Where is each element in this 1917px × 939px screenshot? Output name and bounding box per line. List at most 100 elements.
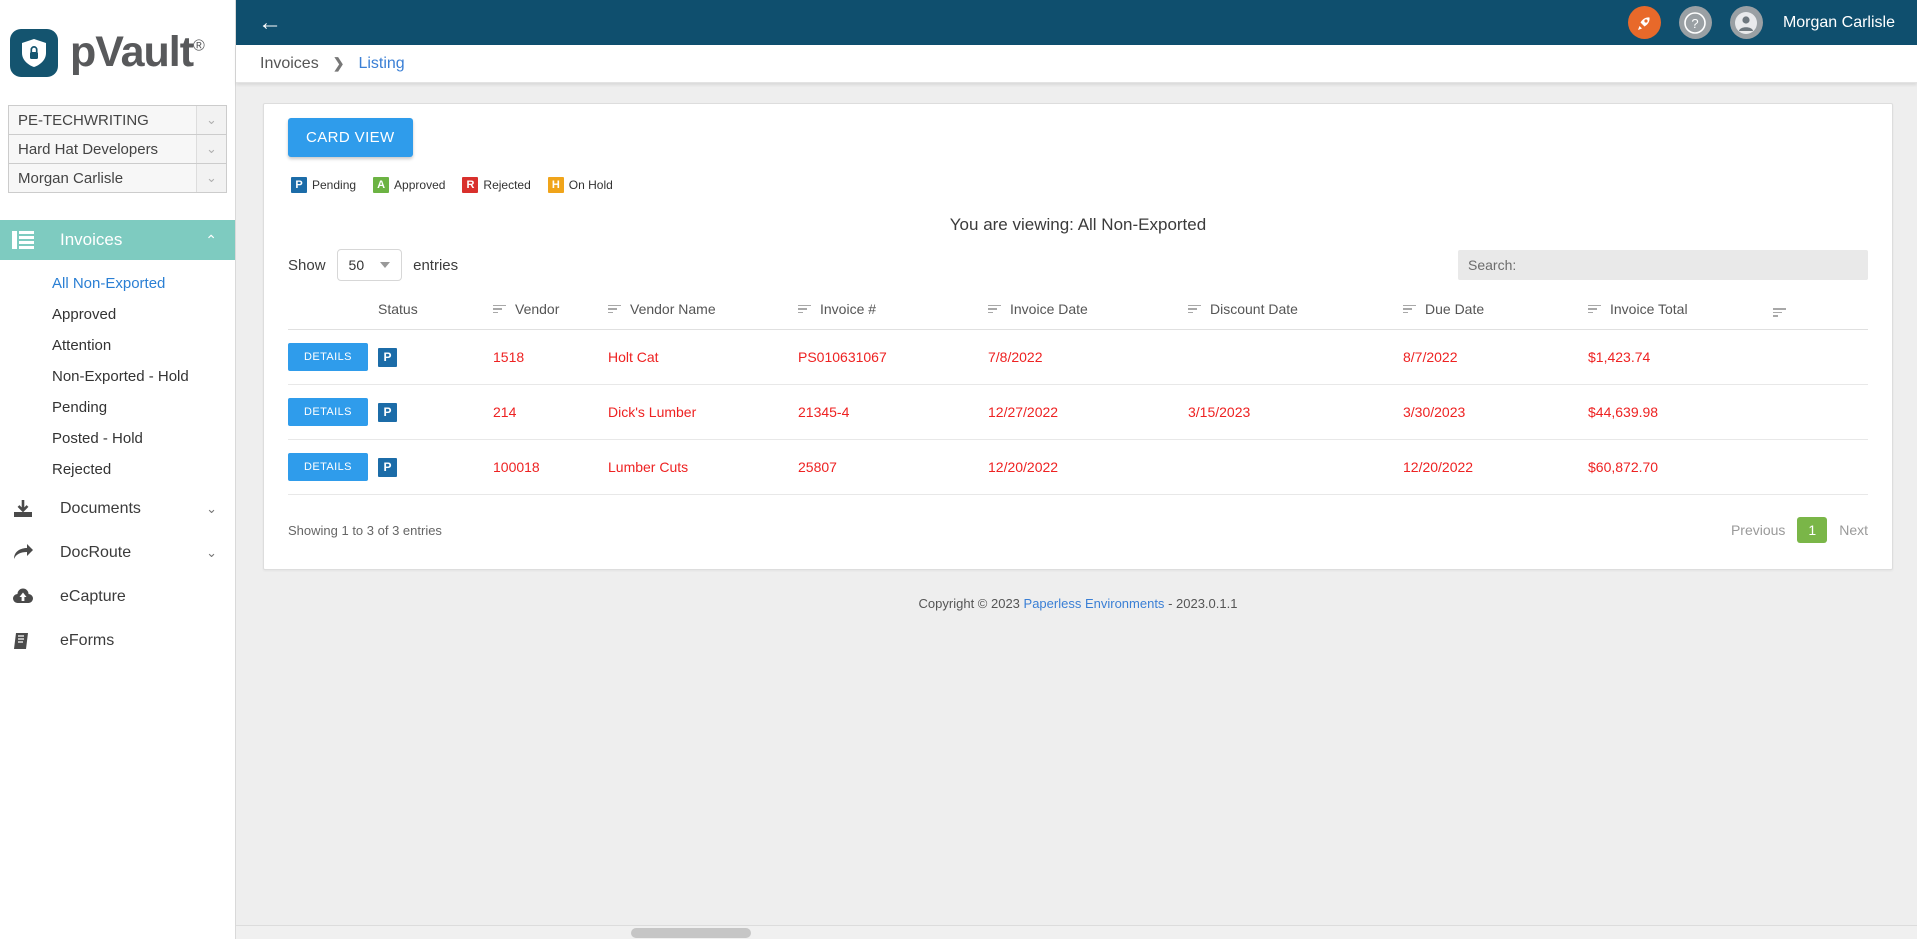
col-vendor[interactable]: Vendor (493, 301, 608, 330)
sidebar-item-documents[interactable]: Documents ⌄ (0, 489, 235, 529)
cell-due-date: 12/20/2022 (1403, 439, 1588, 495)
sort-icon[interactable] (988, 304, 1001, 314)
select-user-label: Morgan Carlisle (18, 169, 124, 187)
status-badge-rejected: R (462, 177, 479, 193)
select-group[interactable]: Hard Hat Developers ⌄ (8, 134, 227, 164)
cell-extra (1773, 439, 1868, 495)
table-row[interactable]: DETAILS P 100018 Lumber Cuts 25807 12/20… (288, 439, 1868, 495)
chevron-down-icon[interactable]: ⌄ (196, 135, 226, 163)
col-extra[interactable] (1773, 301, 1868, 330)
search-input[interactable] (1458, 250, 1868, 280)
col-invoice-date[interactable]: Invoice Date (988, 301, 1188, 330)
breadcrumb-invoices[interactable]: Invoices (260, 55, 319, 73)
cell-invoice-date: 7/8/2022 (988, 329, 1188, 385)
company-link[interactable]: Paperless Environments (1024, 596, 1165, 611)
col-due-date[interactable]: Due Date (1403, 301, 1588, 330)
select-user[interactable]: Morgan Carlisle ⌄ (8, 163, 227, 193)
cell-actions: DETAILS (288, 439, 378, 495)
horizontal-scrollbar[interactable] (236, 925, 1917, 939)
chevron-down-icon[interactable]: ⌄ (196, 164, 226, 192)
invoice-table: Status Vendor Vendor Name Invoice # Invo… (288, 301, 1868, 495)
sidebar-item-eforms-label: eForms (60, 632, 115, 649)
sort-icon[interactable] (608, 304, 621, 314)
table-row[interactable]: DETAILS P 1518 Holt Cat PS010631067 7/8/… (288, 329, 1868, 385)
chevron-down-icon[interactable]: ⌄ (206, 545, 235, 561)
share-arrow-icon (12, 543, 60, 563)
details-button[interactable]: DETAILS (288, 398, 368, 426)
content-area: CARD VIEW P Pending A Approved R Rejecte… (236, 83, 1917, 939)
invoice-listing-panel: CARD VIEW P Pending A Approved R Rejecte… (263, 103, 1893, 570)
cell-invoice-total: $1,423.74 (1588, 329, 1773, 385)
status-badge-on-hold: H (547, 177, 564, 193)
sort-icon[interactable] (798, 304, 811, 314)
cell-status: P (378, 329, 493, 385)
sidebar-item-ecapture[interactable]: eCapture (0, 577, 235, 617)
chevron-up-icon: ⌃ (205, 231, 217, 248)
question-mark-icon[interactable]: ? (1678, 6, 1712, 39)
table-header-row: Status Vendor Vendor Name Invoice # Invo… (288, 301, 1868, 330)
sidebar-item-invoices[interactable]: Invoices ⌃ (0, 220, 235, 260)
cell-vendor: 214 (493, 384, 608, 440)
col-vendor-name-label: Vendor Name (630, 301, 716, 317)
col-status: Status (378, 301, 493, 330)
details-button[interactable]: DETAILS (288, 453, 368, 481)
sidebar-item-ecapture-label: eCapture (60, 588, 126, 605)
legend-label-rejected: Rejected (483, 178, 531, 192)
card-view-button[interactable]: CARD VIEW (288, 118, 413, 157)
select-company[interactable]: PE-TECHWRITING ⌄ (8, 105, 227, 135)
cell-invoice-date: 12/20/2022 (988, 439, 1188, 495)
cell-vendor: 100018 (493, 439, 608, 495)
sort-icon[interactable] (1588, 304, 1601, 314)
sidebar-item-pending[interactable]: Pending (0, 392, 235, 423)
cell-invoice-total: $44,639.98 (1588, 384, 1773, 440)
select-group-label: Hard Hat Developers (18, 140, 159, 158)
legend-item-rejected: R Rejected (462, 177, 531, 193)
sidebar-item-posted-hold[interactable]: Posted - Hold (0, 423, 235, 454)
page-size-select[interactable]: 50 (336, 249, 403, 281)
username-label[interactable]: Morgan Carlisle (1783, 14, 1895, 32)
cell-invoice-no: PS010631067 (798, 329, 988, 385)
rocket-icon[interactable] (1627, 6, 1661, 39)
cell-vendor-name: Holt Cat (608, 329, 798, 385)
pagination-page-1[interactable]: 1 (1797, 517, 1828, 543)
sort-icon[interactable] (1188, 304, 1201, 314)
pagination-previous[interactable]: Previous (1731, 522, 1785, 538)
cell-discount-date (1188, 439, 1403, 495)
brand-logo-area[interactable]: pVault® (0, 0, 235, 105)
col-invoice-no[interactable]: Invoice # (798, 301, 988, 330)
col-status-label: Status (378, 301, 418, 317)
cell-status: P (378, 439, 493, 495)
sidebar-item-non-exported-hold[interactable]: Non-Exported - Hold (0, 361, 235, 392)
sidebar-item-all-non-exported[interactable]: All Non-Exported (0, 268, 235, 299)
pagination-next[interactable]: Next (1839, 522, 1868, 538)
table-row[interactable]: DETAILS P 214 Dick's Lumber 21345-4 12/2… (288, 384, 1868, 440)
sidebar-item-eforms[interactable]: eForms (0, 621, 235, 661)
details-button[interactable]: DETAILS (288, 343, 368, 371)
sort-icon[interactable] (493, 304, 506, 314)
col-vendor-name[interactable]: Vendor Name (608, 301, 798, 330)
chevron-down-icon[interactable]: ⌄ (206, 501, 235, 517)
chevron-down-icon[interactable]: ⌄ (196, 106, 226, 134)
col-discount-date-label: Discount Date (1210, 301, 1298, 317)
col-discount-date[interactable]: Discount Date (1188, 301, 1403, 330)
user-avatar-icon[interactable] (1729, 6, 1763, 39)
arrow-left-icon[interactable]: ← (258, 10, 282, 35)
sort-icon[interactable] (1773, 308, 1786, 317)
scrollbar-thumb[interactable] (631, 928, 751, 938)
sidebar-subitem-label: Approved (52, 306, 117, 323)
sidebar-item-approved[interactable]: Approved (0, 299, 235, 330)
sidebar-item-docroute[interactable]: DocRoute ⌄ (0, 533, 235, 573)
sidebar-item-rejected[interactable]: Rejected (0, 454, 235, 485)
cell-extra (1773, 329, 1868, 385)
col-invoice-total[interactable]: Invoice Total (1588, 301, 1773, 330)
book-icon (12, 631, 60, 651)
download-inbox-icon (12, 499, 60, 519)
sidebar-item-attention[interactable]: Attention (0, 330, 235, 361)
viewing-title: You are viewing: All Non-Exported (949, 215, 1207, 234)
legend-item-on-hold: H On Hold (547, 177, 613, 193)
breadcrumb-listing[interactable]: Listing (358, 55, 404, 73)
sort-icon[interactable] (1403, 304, 1416, 314)
status-legend: P Pending A Approved R Rejected H On Hol… (291, 177, 1868, 193)
cell-discount-date: 3/15/2023 (1188, 384, 1403, 440)
version-text: - 2023.0.1.1 (1168, 596, 1238, 611)
